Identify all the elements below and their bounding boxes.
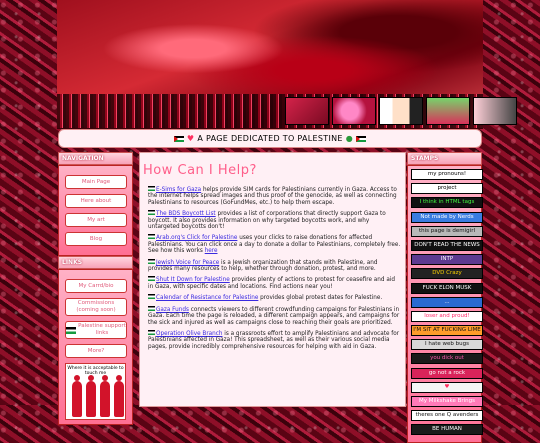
touch-diagram-caption: Where it is acceptable to touch me bbox=[67, 366, 124, 376]
resource-link-bds[interactable]: The BDS Boycott List bbox=[156, 211, 216, 217]
resource-entry: Jewish Voice for Peace is a Jewish organ… bbox=[148, 258, 401, 273]
nav-here-about[interactable]: Here about bbox=[65, 194, 127, 208]
stamp-badge: my pronouns! bbox=[411, 169, 483, 180]
main-content: How Can I Help? E-Sims for Gaza helps pr… bbox=[139, 152, 406, 407]
palestine-flag-icon bbox=[148, 305, 155, 311]
resource-entry: Operation Olive Branch is a grassroots e… bbox=[148, 329, 401, 350]
nav-panel: Main Page Here about My art Blog bbox=[58, 165, 133, 256]
stamp-badge: go not a rock bbox=[411, 367, 483, 379]
resource-link-here[interactable]: here bbox=[205, 248, 218, 254]
gif-thumbnail bbox=[426, 97, 470, 125]
nav-heading: NAVIGATION bbox=[58, 152, 133, 165]
stamp-badge: DON'T READ THE NEWS bbox=[411, 239, 483, 251]
stamp-badge: this page is demigirl bbox=[411, 225, 483, 237]
links-heading: LINKS bbox=[58, 256, 133, 269]
palestine-flag-icon bbox=[148, 329, 155, 335]
resource-entry: The BDS Boycott List provides a list of … bbox=[148, 210, 401, 230]
stamp-badge: loser and proud! bbox=[411, 310, 483, 322]
resource-entry: Shut It Down for Palestine provides plen… bbox=[148, 276, 401, 290]
palestine-flag-icon bbox=[148, 210, 155, 216]
left-sidebar: NAVIGATION Main Page Here about My art B… bbox=[58, 152, 133, 425]
resource-entry: Calendar of Resistance for Palestine pro… bbox=[148, 294, 401, 301]
palestine-flag-icon bbox=[148, 186, 155, 191]
stamp-badge: I think in HTML tags bbox=[411, 197, 483, 209]
page-title: A PAGE DEDICATED TO PALESTINE bbox=[197, 134, 343, 143]
stamp-badge: ... bbox=[411, 296, 483, 308]
stamp-badge: ♥ bbox=[411, 381, 483, 393]
resource-link-jvp[interactable]: Jewish Voice for Peace bbox=[156, 260, 219, 266]
stamp-badge: Not made by Nerds bbox=[411, 211, 483, 223]
gif-thumbnail bbox=[379, 97, 423, 125]
figure-icon bbox=[72, 375, 82, 417]
stamps-heading: STAMPS bbox=[407, 152, 482, 165]
stamp-badge: I hate web bugs bbox=[411, 339, 483, 351]
section-title: How Can I Help? bbox=[143, 163, 257, 178]
palestine-flag-icon bbox=[173, 135, 184, 142]
nav-blog[interactable]: Blog bbox=[65, 232, 127, 246]
stamp-badge: I'M SIT AT FUCKING LIME bbox=[411, 325, 483, 337]
stamp-badge: you dick out bbox=[411, 353, 483, 365]
link-carrd-bio[interactable]: My Carrd/bio bbox=[65, 279, 127, 293]
figure-icon bbox=[114, 375, 124, 417]
page-title-bar: ♥ A PAGE DEDICATED TO PALESTINE ● bbox=[58, 129, 482, 148]
resource-entry: E-Sims for Gaza helps provide SIM cards … bbox=[148, 186, 401, 206]
stamp-badge: BE HUMAN bbox=[411, 424, 483, 436]
resource-link-arab-org[interactable]: Arab.org's Click for Palestine bbox=[156, 235, 237, 241]
header-gif-strip bbox=[285, 97, 517, 125]
resource-link-esims[interactable]: E-Sims for Gaza bbox=[156, 187, 201, 193]
figure-icon bbox=[100, 375, 110, 417]
touch-diagram: Where it is acceptable to touch me bbox=[65, 363, 126, 420]
stamp-badge: INTP bbox=[411, 254, 483, 266]
palestine-flag-icon bbox=[356, 135, 367, 142]
figure-icon bbox=[86, 375, 96, 417]
palestine-flag-icon bbox=[148, 234, 155, 240]
palestine-flag-icon bbox=[148, 276, 155, 282]
gif-thumbnail bbox=[473, 97, 517, 125]
watermelon-icon: ● bbox=[345, 134, 354, 143]
heart-icon: ♥ bbox=[186, 134, 195, 143]
links-panel: My Carrd/bio Commissions (coming soon) P… bbox=[58, 269, 133, 425]
resource-link-gaza-funds[interactable]: Gaza Funds bbox=[156, 307, 189, 313]
stamp-badge: DVD Crazy bbox=[411, 268, 483, 280]
link-commissions[interactable]: Commissions (coming soon) bbox=[65, 298, 127, 316]
palestine-flag-icon bbox=[148, 294, 155, 300]
right-sidebar: STAMPS my pronouns! project I think in HTM… bbox=[407, 152, 483, 443]
link-palestine-support[interactable]: Palestine support links bbox=[65, 321, 127, 339]
stamp-badge: My Milkshake Brings bbox=[411, 396, 483, 407]
stamp-list: my pronouns! project I think in HTML tags N… bbox=[407, 165, 483, 443]
link-palestine-support-label: Palestine support links bbox=[78, 323, 126, 336]
nav-main-page[interactable]: Main Page bbox=[65, 175, 127, 189]
resource-link-calendar[interactable]: Calendar of Resistance for Palestine bbox=[156, 295, 258, 301]
stamp-badge: theres one Q avenders bbox=[411, 410, 483, 422]
resource-text: provides global protest dates for Palest… bbox=[258, 295, 383, 302]
palestine-flag-icon bbox=[66, 326, 76, 334]
resource-entry: Arab.org's Click for Palestine uses your… bbox=[148, 234, 401, 254]
palestine-flag-icon bbox=[148, 258, 155, 264]
nav-my-art[interactable]: My art bbox=[65, 213, 127, 227]
gif-thumbnail bbox=[332, 97, 376, 125]
stamp-badge: project bbox=[411, 183, 483, 195]
resource-entry: Gaza Funds connects viewers to different… bbox=[148, 305, 401, 326]
gif-thumbnail bbox=[285, 97, 329, 125]
link-more[interactable]: More? bbox=[65, 344, 127, 358]
resource-link-shut-it-down[interactable]: Shut It Down for Palestine bbox=[156, 277, 230, 283]
resource-link-olive-branch[interactable]: Operation Olive Branch bbox=[156, 331, 222, 337]
stamp-badge: FUCK ELON MUSK bbox=[411, 282, 483, 294]
